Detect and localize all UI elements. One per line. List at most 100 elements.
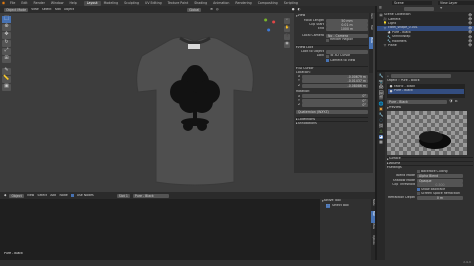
viewport-menu-add[interactable]: Add [55, 8, 61, 12]
node-tab-view[interactable]: View [371, 223, 375, 235]
workspace-tab-animation[interactable]: Animation [210, 1, 232, 6]
select-box-row[interactable]: ⬚ Select Box [320, 203, 375, 208]
copy-icon[interactable]: ⧉ [455, 100, 457, 103]
view-layer-selector[interactable]: View Layer [438, 1, 474, 5]
grid-icon[interactable]: ▦ [284, 41, 290, 48]
move-tool-icon[interactable]: ✥ [2, 32, 11, 39]
node-tab-node[interactable]: Node [371, 199, 375, 211]
menu-help[interactable]: Help [66, 1, 79, 6]
checkbox-icon[interactable] [417, 192, 420, 196]
refraction-depth-field[interactable]: 0 m [417, 196, 463, 201]
object-tab-icon[interactable]: ▣ [379, 107, 383, 111]
measure-tool-icon[interactable]: 📏 [2, 76, 11, 83]
tool-tab-icon[interactable]: 🔧 [379, 74, 384, 78]
transform-orientation[interactable]: Global [187, 7, 202, 12]
modifier-tab-icon[interactable]: 🔧 [379, 112, 384, 117]
snap-icon[interactable]: ⊕ [210, 7, 213, 11]
pan-icon[interactable]: ✋ [284, 25, 290, 32]
sidebar-tab-view[interactable]: View [369, 37, 373, 49]
viewport-menu-select[interactable]: Select [42, 8, 52, 12]
shader-menu-add[interactable]: Add [50, 194, 56, 198]
node-tab-options[interactable]: Options [371, 235, 375, 249]
fake-user-icon[interactable]: 🛡 [449, 100, 453, 103]
world-tab-icon[interactable]: 🌐 [379, 101, 384, 106]
material-tab-icon[interactable]: ◕ [379, 134, 383, 139]
render-tab-icon[interactable]: 📷 [379, 79, 384, 84]
outliner-item[interactable]: ▽ Plane 👁 [377, 44, 474, 48]
shader-type-selector[interactable]: Object [9, 193, 24, 198]
shader-menu-select[interactable]: Select [37, 194, 47, 198]
material-selector[interactable]: Pure - Black [387, 99, 447, 104]
checkbox-icon[interactable] [326, 38, 329, 42]
workspace-tab-compositing[interactable]: Compositing [255, 1, 281, 6]
texture-tab-icon[interactable]: ▦ [379, 140, 383, 144]
select-box-tool-icon[interactable]: ⬚ [2, 16, 11, 23]
workspace-tab-texture-paint[interactable]: Texture Paint [165, 1, 192, 6]
visibility-eye-icon[interactable]: 👁 [468, 44, 472, 47]
checkbox-icon[interactable] [417, 170, 420, 174]
shader-editor[interactable]: ◆ Object View Select Add Node Use Nodes … [0, 192, 375, 260]
filter-icon[interactable]: ⏷ [440, 7, 443, 10]
axis-z-icon[interactable]: ● [267, 28, 271, 32]
shader-menu-node[interactable]: Node [59, 194, 67, 198]
axis-y-icon[interactable]: ● [264, 18, 268, 22]
search-icon[interactable]: ⌕ [387, 74, 389, 78]
scene-selector[interactable]: Scene [392, 1, 432, 5]
shadow-mode-select[interactable]: Opaque [417, 178, 463, 183]
slot-selector[interactable]: Slot 1 [116, 193, 130, 198]
render-region-row[interactable]: Render Region [296, 38, 368, 42]
focal-length-field[interactable]: 50 mm [326, 18, 368, 23]
zoom-icon[interactable]: ⌕ [284, 17, 290, 24]
add-cube-tool-icon[interactable]: ▣ [2, 84, 11, 91]
physics-tab-icon[interactable]: ◌ [379, 118, 383, 122]
use-nodes-checkbox[interactable] [70, 194, 74, 197]
view-layer-tab-icon[interactable]: 🖼 [378, 90, 383, 95]
transform-tool-icon[interactable]: ⊞ [2, 56, 11, 63]
local-camera-field[interactable]: No - Camera [326, 33, 368, 38]
camera-to-view-row[interactable]: Camera to View [296, 59, 368, 63]
menu-edit[interactable]: Edit [18, 1, 30, 6]
select-box-icon[interactable]: ⬚ [326, 203, 330, 208]
visibility-eye-icon[interactable]: 👁 [468, 30, 472, 34]
workspace-tab-layout[interactable]: Layout [83, 0, 101, 6]
annotations-panel-header[interactable]: ▸ Annotations [296, 121, 368, 125]
checkbox-checked-icon[interactable] [417, 187, 420, 191]
blend-mode-select[interactable]: Alpha Blend [417, 174, 463, 179]
node-tab-tool[interactable]: Tool [371, 211, 375, 223]
scene-tab-icon[interactable]: 🎬 [379, 96, 384, 100]
shader-material-selector[interactable]: Pure - Black [132, 193, 169, 198]
clip-start-field[interactable]: 0.01 m [326, 22, 368, 27]
clip-threshold-field[interactable]: 0.500 [417, 183, 463, 188]
sidebar-tab-item[interactable]: Item [369, 13, 373, 25]
checkbox-icon[interactable] [326, 54, 329, 58]
viewport-menu-object[interactable]: Object [64, 8, 74, 12]
shader-menu-view[interactable]: View [27, 194, 35, 198]
axis-x-icon[interactable]: ● [272, 20, 276, 24]
cursor-rotation-z-field[interactable]: 0° [302, 103, 368, 108]
rotation-mode-field[interactable]: Quaternion (WXYZ) [296, 109, 368, 114]
menu-render[interactable]: Render [31, 1, 48, 6]
cursor-rotation-y-field[interactable]: 0° [302, 98, 368, 103]
workspace-tab-rendering[interactable]: Rendering [232, 1, 254, 6]
data-tab-icon[interactable]: △ [379, 129, 382, 133]
outliner-editor-icon[interactable]: ☰ [379, 7, 382, 10]
outliner-search-input[interactable] [403, 7, 434, 11]
constraints-tab-icon[interactable]: ⛓ [378, 123, 383, 128]
mode-selector[interactable]: Object Mode [4, 7, 29, 12]
tshirt-model[interactable] [130, 34, 260, 186]
scale-tool-icon[interactable]: ⤢ [2, 48, 11, 55]
cursor-tool-icon[interactable]: ⊕ [2, 24, 11, 31]
checkbox-checked-icon[interactable] [326, 59, 329, 63]
workspace-tab-uv-editing[interactable]: UV Editing [142, 1, 165, 6]
output-tab-icon[interactable]: 🖨 [378, 85, 383, 89]
workspace-tab-scripting[interactable]: Scripting [281, 1, 301, 6]
cursor-rotation-x-field[interactable]: 0° [302, 94, 368, 99]
sidebar-tab-tool[interactable]: Tool [369, 25, 373, 37]
navigation-gizmo[interactable]: ● ● ● [258, 16, 280, 38]
lock-to-object-field[interactable] [326, 49, 368, 54]
shading-material-icon[interactable]: ◐ [298, 7, 301, 11]
camera-view-icon[interactable]: 🎥 [284, 33, 290, 40]
workspace-tab-sculpting[interactable]: Sculpting [121, 1, 142, 6]
cursor-location-z-field[interactable]: -0.08086 m [302, 83, 368, 88]
workspace-tab-shading[interactable]: Shading [191, 1, 210, 6]
